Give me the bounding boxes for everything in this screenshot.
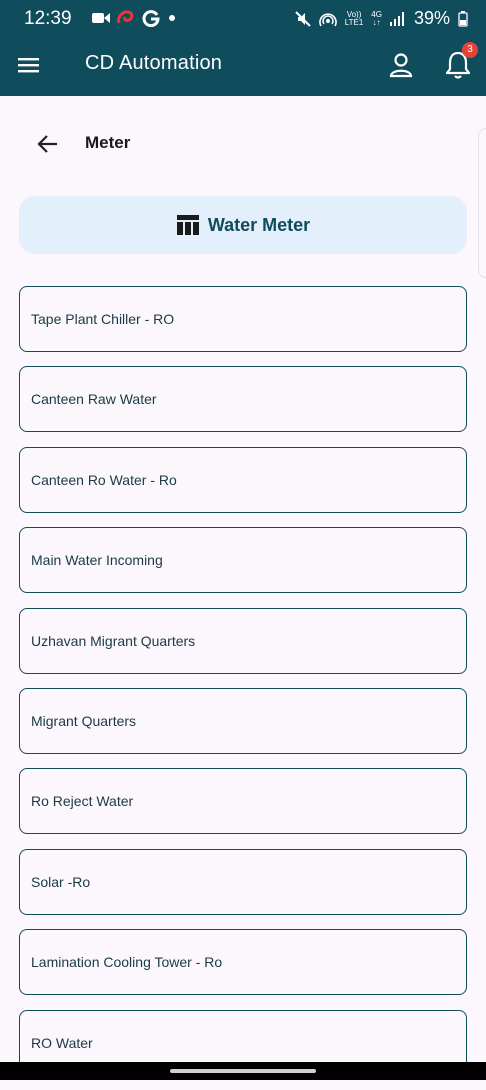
status-bar: 12:39 Vo)) LTE1 4G ↓↑ 39% — [0, 0, 486, 38]
hotspot-icon — [318, 12, 337, 26]
notification-badge: 3 — [462, 42, 478, 58]
meter-item[interactable]: Canteen Raw Water — [19, 366, 467, 433]
video-camera-icon — [92, 13, 110, 23]
system-nav-bar — [0, 1062, 486, 1080]
meter-item[interactable]: Tape Plant Chiller - RO — [19, 286, 467, 352]
meter-item-label: Solar -Ro — [31, 873, 91, 890]
profile-icon — [389, 53, 413, 78]
meter-item-label: Main Water Incoming — [31, 552, 163, 569]
meter-item-label: Canteen Ro Water - Ro — [31, 471, 177, 488]
category-label: Water Meter — [207, 214, 311, 235]
status-time: 12:39 — [24, 8, 72, 29]
menu-icon — [18, 58, 39, 73]
mute-icon — [295, 10, 311, 27]
meter-item-label: RO Water — [31, 1034, 93, 1051]
meter-item-label: Uzhavan Migrant Quarters — [31, 632, 196, 649]
menu-button[interactable] — [17, 53, 41, 77]
google-icon — [142, 10, 160, 27]
home-gesture-handle[interactable] — [170, 1069, 316, 1073]
profile-button[interactable] — [388, 51, 414, 79]
meter-item-label: Lamination Cooling Tower - Ro — [31, 954, 223, 971]
battery-percent: 39% — [413, 8, 450, 28]
battery-icon — [458, 10, 468, 27]
meter-item-label: Tape Plant Chiller - RO — [31, 311, 175, 327]
side-panel-edge — [478, 128, 486, 278]
status-left-icons — [92, 9, 178, 27]
app-bar: CD Automation 3 — [0, 38, 486, 96]
meter-item[interactable]: Solar -Ro — [19, 848, 467, 915]
meter-item[interactable]: Uzhavan Migrant Quarters — [19, 607, 467, 674]
category-header[interactable]: Water Meter — [19, 196, 467, 254]
meter-item-label: Canteen Raw Water — [31, 391, 157, 408]
meter-item[interactable]: Ro Reject Water — [19, 768, 467, 835]
page-title: Meter — [85, 133, 131, 152]
app-title: CD Automation — [85, 52, 223, 74]
meter-item-label: Migrant Quarters — [31, 712, 137, 729]
status-right: Vo)) LTE1 4G ↓↑ 39% — [295, 8, 468, 29]
volte-indicator: Vo)) LTE1 — [344, 9, 364, 27]
notification-dot-icon — [169, 15, 175, 21]
back-button[interactable] — [36, 132, 60, 156]
signal-icon — [389, 11, 404, 26]
back-arrow-icon — [37, 135, 57, 153]
meter-item[interactable]: Main Water Incoming — [19, 527, 467, 594]
meter-item[interactable]: Lamination Cooling Tower - Ro — [19, 929, 467, 996]
meter-item[interactable]: Canteen Ro Water - Ro — [19, 446, 467, 513]
airtel-icon — [117, 10, 134, 24]
table-icon — [176, 215, 199, 235]
network-indicator: 4G ↓↑ — [371, 9, 382, 27]
meter-list: Tape Plant Chiller - RO Canteen Raw Wate… — [19, 286, 467, 1090]
meter-item[interactable]: Migrant Quarters — [19, 687, 467, 754]
meter-item-label: Ro Reject Water — [31, 793, 134, 810]
